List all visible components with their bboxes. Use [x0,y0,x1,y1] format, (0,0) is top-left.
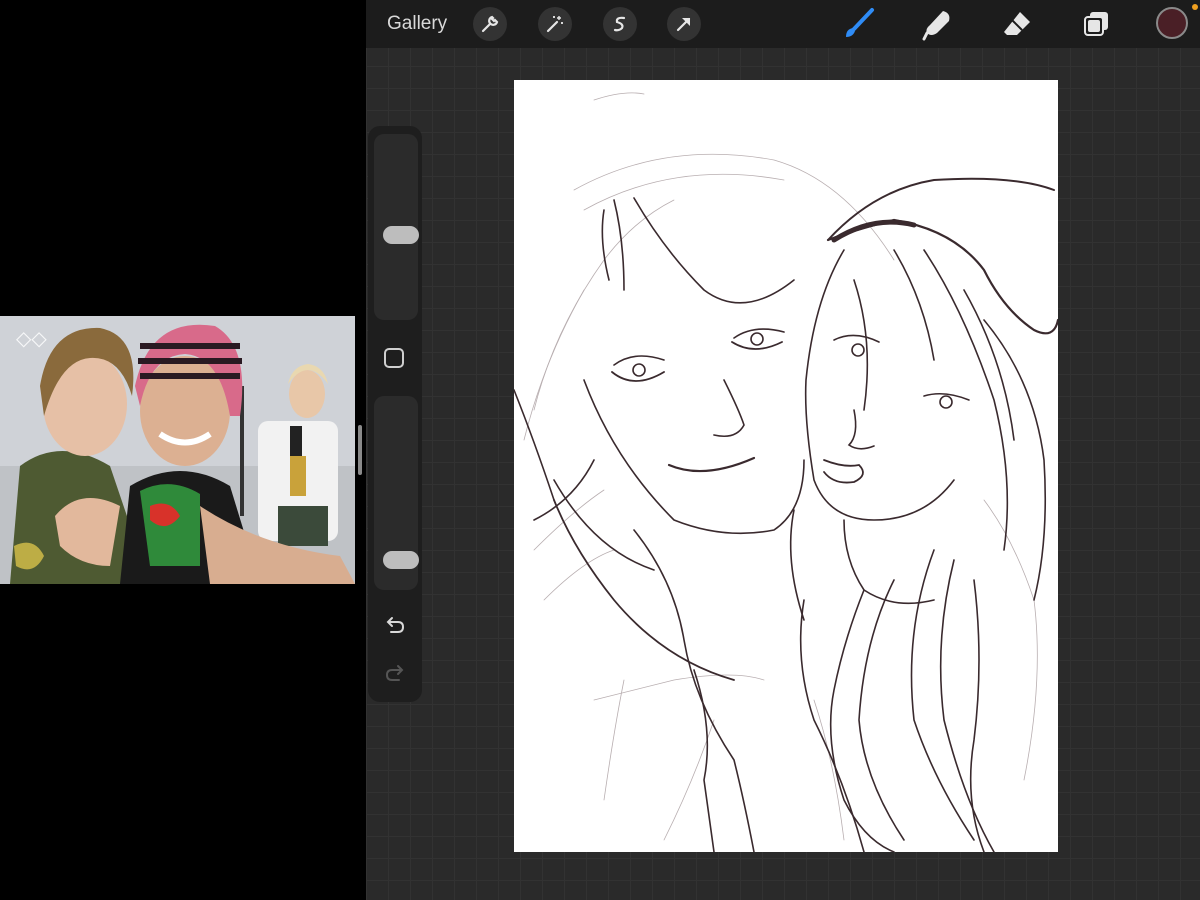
undo-icon [386,617,405,633]
transform-arrow-icon [676,17,691,32]
wrench-icon [481,15,499,33]
brush-size-thumb[interactable] [383,226,419,244]
watermark-logo: ◇◇ [16,326,47,350]
layers-icon [1084,12,1108,36]
split-view-left-pane: ◇◇ [0,0,366,900]
adjustments-button[interactable] [538,7,572,41]
gallery-button[interactable]: Gallery [387,13,447,35]
redo-button[interactable] [381,660,409,688]
modify-square-icon[interactable] [384,348,404,368]
reference-photo: ◇◇ [0,316,355,584]
magic-wand-icon [546,16,563,33]
eraser-tool-button[interactable] [998,5,1036,43]
undo-button[interactable] [381,612,409,640]
sketch-drawing [514,92,1058,852]
eraser-icon [1004,12,1030,35]
transform-button[interactable] [667,7,701,41]
selection-icon [613,16,626,32]
actions-button[interactable] [473,7,507,41]
brush-sidebar [368,126,422,702]
procreate-app: Gallery [366,0,1200,900]
layers-button[interactable] [1077,5,1115,43]
selection-button[interactable] [603,7,637,41]
color-picker-swatch[interactable] [1156,7,1188,39]
smudge-tool-button[interactable] [919,5,957,43]
brush-tool-button[interactable] [840,5,878,43]
top-toolbar: Gallery [366,0,1200,48]
smudge-icon [922,11,950,41]
brush-opacity-slider[interactable] [374,396,419,590]
split-view-divider-handle[interactable] [358,425,362,475]
brush-opacity-thumb[interactable] [383,551,419,570]
redo-icon [385,665,404,681]
drawing-canvas[interactable] [514,80,1058,852]
brush-icon [846,8,874,37]
brush-size-slider[interactable] [374,134,419,320]
status-indicator-dot [1192,4,1198,10]
